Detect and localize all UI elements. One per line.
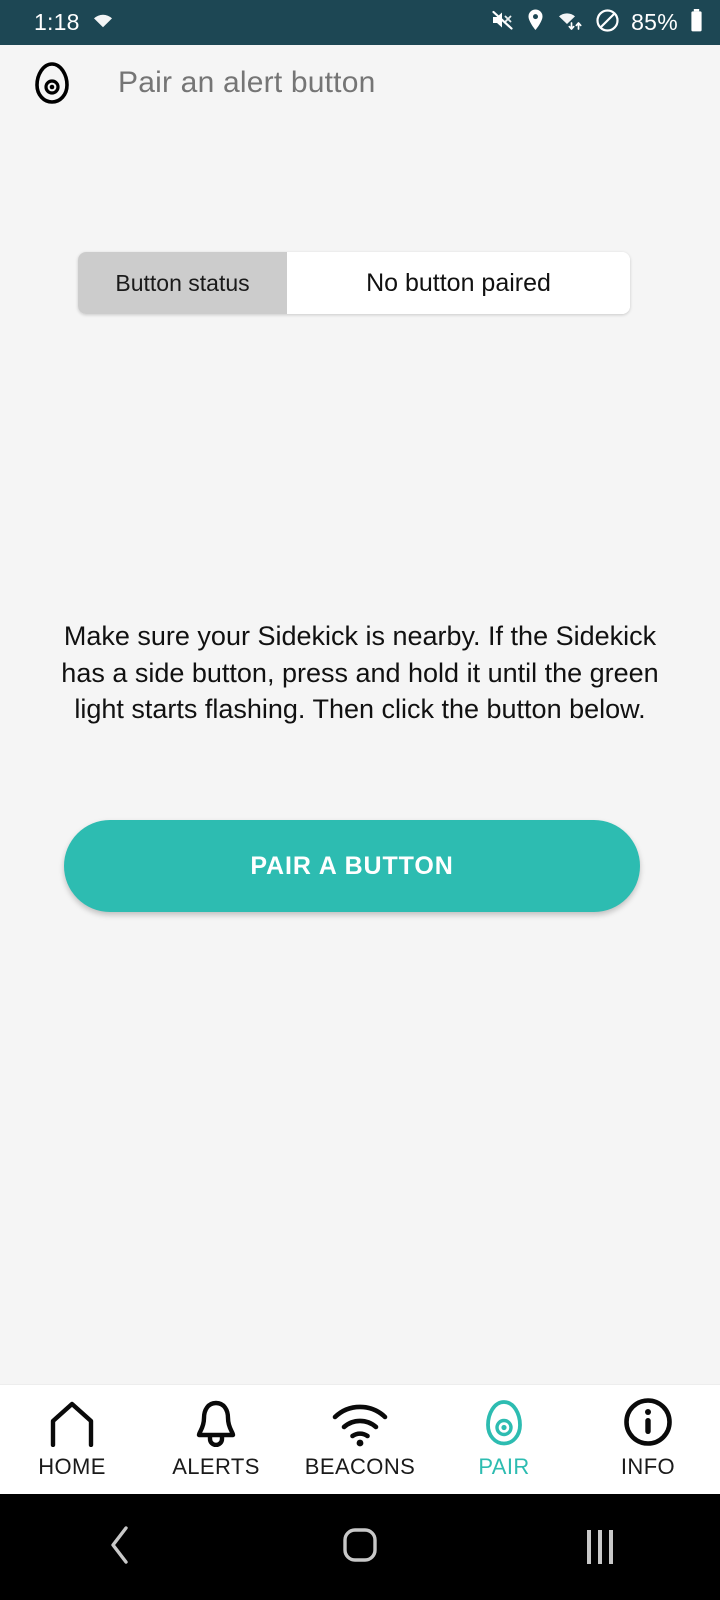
battery-icon (689, 8, 704, 38)
home-square-icon (340, 1525, 380, 1570)
tab-pair-label: PAIR (478, 1454, 530, 1479)
mute-icon (490, 8, 515, 37)
android-navigation-bar (0, 1494, 720, 1600)
bottom-tab-bar: HOME ALERTS BEACONS PAIR INFO (0, 1384, 720, 1494)
tab-info-label: INFO (620, 1454, 676, 1479)
wifi-icon (91, 10, 115, 35)
back-button[interactable] (0, 1494, 240, 1600)
house-icon (43, 1399, 101, 1447)
bell-icon (191, 1399, 241, 1447)
avocado-logo-icon (30, 61, 74, 105)
clock: 1:18 (34, 9, 80, 35)
app-header: Pair an alert button (0, 45, 720, 121)
tab-info[interactable]: INFO (576, 1385, 720, 1494)
back-chevron-icon (107, 1524, 133, 1571)
location-icon (526, 8, 545, 37)
tab-pair[interactable]: PAIR (432, 1385, 576, 1494)
status-chip-value: No button paired (287, 252, 630, 314)
battery-percent-label: 85% (631, 9, 678, 35)
pair-a-button-button[interactable]: PAIR A BUTTON (64, 820, 640, 912)
tab-alerts[interactable]: ALERTS (144, 1385, 288, 1494)
page-title: Pair an alert button (118, 66, 376, 99)
avocado-icon (482, 1399, 526, 1447)
recents-button[interactable] (480, 1494, 720, 1600)
instructions-text: Make sure your Sidekick is nearby. If th… (61, 621, 659, 725)
system-status-bar: 1:18 85% (0, 0, 720, 45)
home-button[interactable] (240, 1494, 480, 1600)
status-bar-left: 1:18 (34, 9, 115, 36)
recents-bars-icon (587, 1530, 613, 1564)
tab-beacons[interactable]: BEACONS (288, 1385, 432, 1494)
wifi-icon (331, 1399, 389, 1447)
app-screen: 1:18 85% Pair an alert button Button sta… (0, 0, 720, 1600)
info-circle-icon (623, 1398, 673, 1447)
tab-home[interactable]: HOME (0, 1385, 144, 1494)
do-not-disturb-icon (595, 8, 620, 38)
status-chip-label: Button status (78, 252, 287, 314)
tab-alerts-label: ALERTS (172, 1454, 260, 1479)
tab-beacons-label: BEACONS (304, 1454, 416, 1479)
wifi-data-icon (556, 8, 584, 37)
status-bar-right: 85% (490, 8, 704, 38)
button-status-chip: Button status No button paired (78, 252, 630, 314)
main-content: Button status No button paired Make sure… (0, 121, 720, 1384)
tab-home-label: HOME (38, 1454, 106, 1479)
